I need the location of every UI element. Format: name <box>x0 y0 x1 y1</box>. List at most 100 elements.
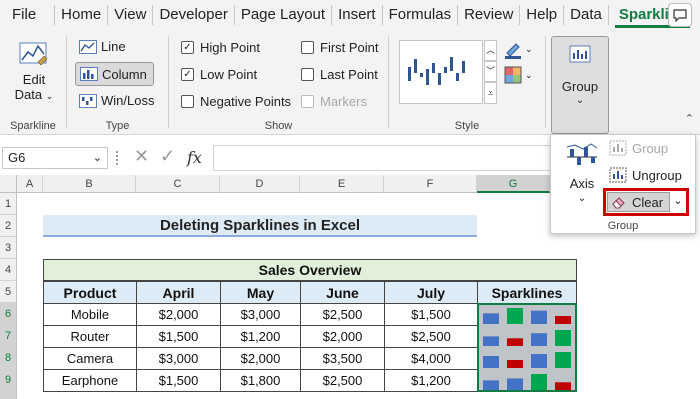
sparkline-style-gallery[interactable] <box>399 40 483 104</box>
tab-home[interactable]: Home <box>55 0 107 30</box>
tab-page-layout[interactable]: Page Layout <box>235 0 331 30</box>
column-header-e[interactable]: E <box>300 175 384 193</box>
markers-label: Markers <box>320 94 367 109</box>
cell-april[interactable]: $3,000 <box>136 347 221 370</box>
formula-input[interactable] <box>213 145 551 171</box>
header-april[interactable]: April <box>136 281 221 304</box>
axis-icon <box>566 143 598 165</box>
header-july[interactable]: July <box>384 281 478 304</box>
table-title[interactable]: Sales Overview <box>43 259 577 281</box>
sparkline-bar <box>555 382 571 390</box>
row-header-5[interactable]: 5 <box>0 281 17 303</box>
type-winloss-button[interactable]: Win/Loss <box>79 93 154 108</box>
tab-review[interactable]: Review <box>458 0 519 30</box>
checkbox-unchecked-icon <box>301 41 314 54</box>
clear-button[interactable]: Clear <box>607 192 670 212</box>
column-header-c[interactable]: C <box>136 175 220 193</box>
last-point-checkbox[interactable]: Last Point <box>301 67 378 82</box>
row-header-1[interactable]: 1 <box>0 193 17 215</box>
collapse-ribbon-icon[interactable]: ⌃ <box>685 112 694 125</box>
cell-may[interactable]: $3,000 <box>220 303 301 326</box>
row-header-8[interactable]: 8 <box>0 347 17 369</box>
cell-product[interactable]: Router <box>43 325 137 348</box>
flyout-group-button[interactable]: Group <box>609 140 668 156</box>
tab-insert[interactable]: Insert <box>332 0 382 30</box>
edit-data-button[interactable]: Edit Data ⌄ <box>8 40 60 112</box>
marker-color-button[interactable]: ⌄ <box>503 64 539 86</box>
header-june[interactable]: June <box>300 281 385 304</box>
clear-dropdown-chevron-icon[interactable]: ⌄ <box>671 192 685 212</box>
row-header-9[interactable]: 9 <box>0 369 17 399</box>
column-header-f[interactable]: F <box>384 175 477 193</box>
type-winloss-label: Win/Loss <box>101 93 155 108</box>
cell-product[interactable]: Earphone <box>43 369 137 392</box>
cell-may[interactable]: $2,000 <box>220 347 301 370</box>
chevron-down-icon: ⌄ <box>575 95 585 106</box>
cancel-icon[interactable]: ✕ <box>134 146 149 167</box>
high-point-label: High Point <box>200 40 260 55</box>
header-may[interactable]: May <box>220 281 301 304</box>
cell-june[interactable]: $2,500 <box>300 369 385 392</box>
tab-developer[interactable]: Developer <box>153 0 233 30</box>
chevron-down-icon: ⌄ <box>45 91 54 101</box>
first-point-checkbox[interactable]: First Point <box>301 40 379 55</box>
edit-data-label-2: Data ⌄ <box>15 87 54 102</box>
markers-checkbox[interactable]: Markers <box>301 94 367 109</box>
chevron-down-icon: ⌄ <box>525 69 533 80</box>
cell-july[interactable]: $2,500 <box>384 325 478 348</box>
sparkline-color-button[interactable]: ⌄ <box>503 38 539 60</box>
gallery-up-icon[interactable]: ︿ <box>484 40 497 61</box>
cell-may[interactable]: $1,800 <box>220 369 301 392</box>
cell-product[interactable]: Camera <box>43 347 137 370</box>
cell-may[interactable]: $1,200 <box>220 325 301 348</box>
sparkline-bar <box>531 374 547 390</box>
tab-view[interactable]: View <box>108 0 152 30</box>
column-header-d[interactable]: D <box>220 175 300 193</box>
sheet-title: Deleting Sparklines in Excel <box>43 215 477 237</box>
high-point-checkbox[interactable]: ✓ High Point <box>181 40 260 55</box>
group-dropdown-button[interactable]: Group ⌄ <box>551 36 609 134</box>
row-header-3[interactable]: 3 <box>0 237 17 259</box>
axis-button[interactable]: Axis ⌄ <box>557 141 607 211</box>
chevron-down-icon: ⌄ <box>92 152 102 164</box>
gallery-more-icon[interactable]: ⩡ <box>484 82 497 104</box>
cell-july[interactable]: $1,200 <box>384 369 478 392</box>
header-sparklines[interactable]: Sparklines <box>477 281 577 304</box>
negative-points-checkbox[interactable]: Negative Points <box>181 94 291 109</box>
sparkline-bar <box>507 360 523 368</box>
row-header-7[interactable]: 7 <box>0 325 17 347</box>
low-point-checkbox[interactable]: ✓ Low Point <box>181 67 257 82</box>
flyout-ungroup-button[interactable]: Ungroup <box>609 167 682 183</box>
row-header-6[interactable]: 6 <box>0 303 17 325</box>
column-header-a[interactable]: A <box>17 175 43 193</box>
select-all-corner[interactable] <box>0 175 17 193</box>
insert-function-icon[interactable]: fx <box>187 148 202 167</box>
cell-june[interactable]: $3,500 <box>300 347 385 370</box>
cell-april[interactable]: $2,000 <box>136 303 221 326</box>
tab-formulas[interactable]: Formulas <box>383 0 458 30</box>
name-box[interactable]: G6 ⌄ <box>2 147 108 169</box>
cell-july[interactable]: $1,500 <box>384 303 478 326</box>
row-header-2[interactable]: 2 <box>0 215 17 237</box>
tab-file[interactable]: File <box>0 0 54 30</box>
enter-icon[interactable]: ✓ <box>160 146 175 167</box>
header-product[interactable]: Product <box>43 281 137 304</box>
flyout-ungroup-label: Ungroup <box>632 167 682 183</box>
eraser-icon <box>612 197 625 209</box>
cell-june[interactable]: $2,000 <box>300 325 385 348</box>
comments-icon[interactable] <box>668 3 692 27</box>
gallery-down-icon[interactable]: ﹀ <box>484 61 497 82</box>
cell-april[interactable]: $1,500 <box>136 325 221 348</box>
row-header-4[interactable]: 4 <box>0 259 17 281</box>
tab-help[interactable]: Help <box>520 0 563 30</box>
formula-bar-drag-handle[interactable] <box>116 151 120 165</box>
type-line-button[interactable]: Line <box>79 39 126 54</box>
tab-data[interactable]: Data <box>564 0 608 30</box>
column-header-b[interactable]: B <box>43 175 136 193</box>
cell-april[interactable]: $1,500 <box>136 369 221 392</box>
type-column-button[interactable]: Column <box>75 62 154 86</box>
cell-product[interactable]: Mobile <box>43 303 137 326</box>
cell-july[interactable]: $4,000 <box>384 347 478 370</box>
column-header-g[interactable]: G <box>477 175 550 193</box>
cell-june[interactable]: $2,500 <box>300 303 385 326</box>
